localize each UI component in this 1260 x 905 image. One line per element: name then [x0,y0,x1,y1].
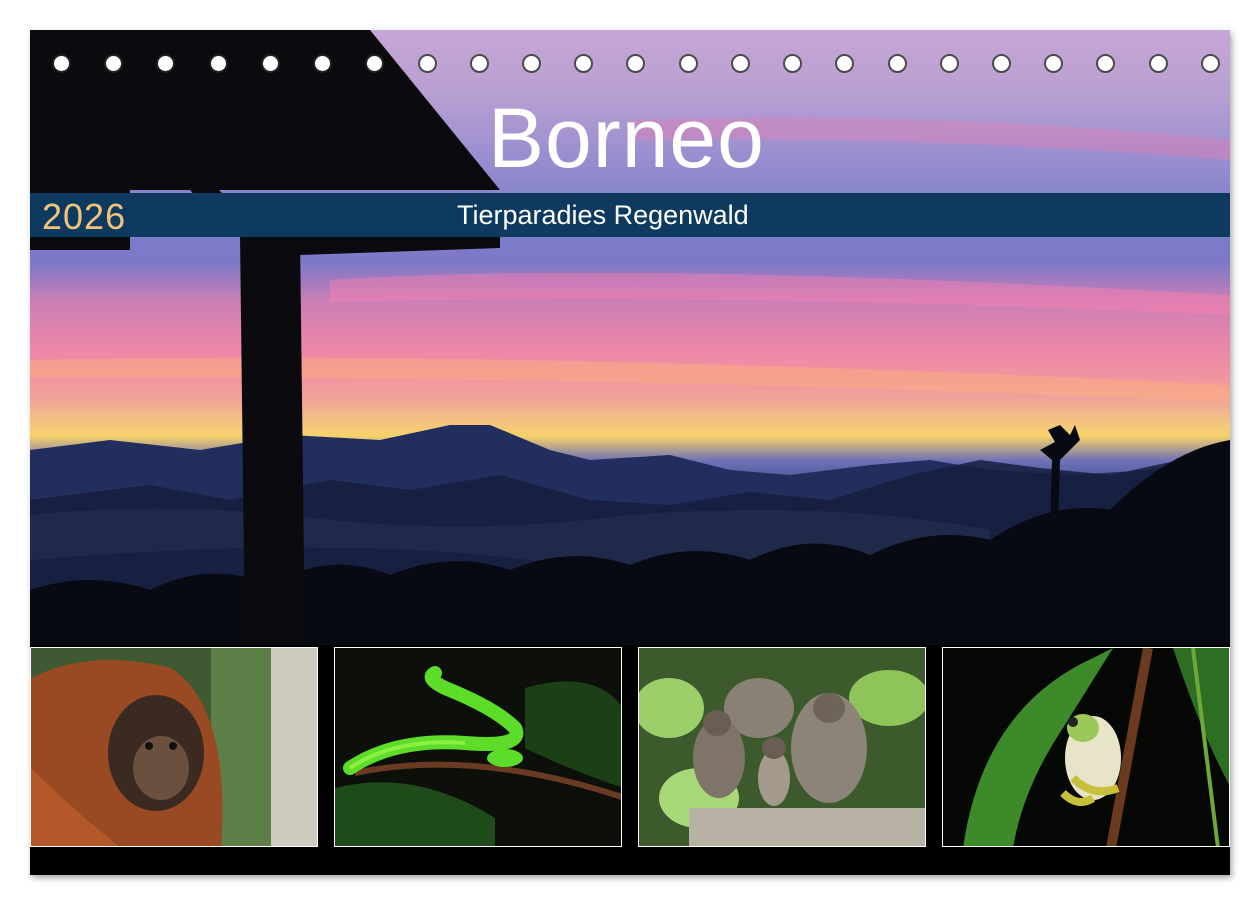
orangutan-photo [30,647,318,847]
binding-hole [574,54,594,73]
binding-hole [104,54,124,73]
binding-hole [156,54,176,73]
calendar-subtitle: Tierparadies Regenwald [457,200,749,230]
binding-hole [208,54,228,73]
viper-snake-photo [334,647,622,847]
binding-hole [365,54,385,73]
binding-hole [678,54,698,73]
binding-hole [626,54,646,73]
macaque-monkeys-photo [638,647,926,847]
binding-hole [887,54,907,73]
binding-hole [1044,54,1064,73]
binding-hole [835,54,855,73]
binding-hole [991,54,1011,73]
binding-hole [730,54,750,73]
calendar-title: Borneo [488,91,765,185]
binding-hole [939,54,959,73]
tree-frog-photo [942,647,1230,847]
binding-hole [417,54,437,73]
binding-hole [783,54,803,73]
calendar-cover: 2026 Borneo Tierparadies Regenwald [30,30,1230,875]
photo-thumbnails [30,647,1230,847]
binding-hole [1148,54,1168,73]
binding-hole [521,54,541,73]
calendar-year: 2026 [42,196,127,237]
binding-hole [1096,54,1116,73]
binding-holes [52,54,1220,80]
binding-hole [52,54,71,73]
binding-hole [313,54,333,73]
binding-hole [260,54,280,73]
bottom-strip [30,847,1230,875]
binding-hole [469,54,489,73]
binding-hole [1200,54,1220,73]
